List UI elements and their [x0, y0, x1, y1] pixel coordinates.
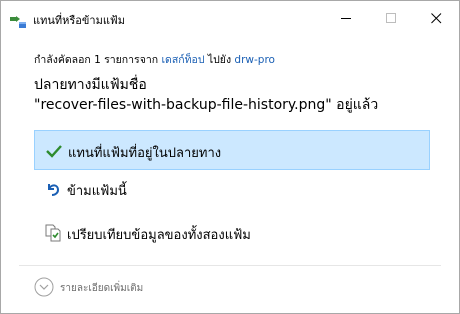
title-bar[interactable]: แทนที่หรือข้ามแฟ้ม: [1, 1, 459, 37]
skip-file-option[interactable]: ข้ามแฟ้มนี้: [34, 169, 430, 209]
skip-file-label: ข้ามแฟ้มนี้: [67, 184, 127, 199]
maximize-icon: [386, 13, 396, 23]
minimize-icon: [341, 18, 351, 19]
transfer-prefix: กำลังคัดลอก 1 รายการจาก: [34, 54, 162, 66]
conflict-message-line2: "recover-files-with-backup-file-history.…: [34, 97, 379, 113]
replace-or-skip-dialog: แทนที่หรือข้ามแฟ้ม กำลังคัดลอก 1 รายการจ…: [0, 0, 460, 314]
more-details-label: รายละเอียดเพิ่มเติม: [60, 283, 144, 294]
window-title: แทนที่หรือข้ามแฟ้ม: [33, 14, 125, 27]
transfer-middle: ไปยัง: [204, 54, 235, 66]
compare-files-icon: [44, 224, 62, 242]
replace-file-label: แทนที่แฟ้มที่อยู่ในปลายทาง: [68, 146, 222, 161]
checkmark-icon: [45, 142, 63, 160]
minimize-button[interactable]: [324, 1, 369, 37]
maximize-button: [369, 1, 414, 37]
destination-link[interactable]: drw-pro: [234, 54, 275, 66]
source-link[interactable]: เดสก์ท็อป: [161, 54, 204, 66]
replace-file-option[interactable]: แทนที่แฟ้มที่อยู่ในปลายทาง: [34, 130, 430, 170]
skip-arrow-icon: [44, 180, 62, 198]
close-icon: [431, 13, 442, 24]
compare-files-option[interactable]: เปรียบเทียบข้อมูลของทั้งสองแฟ้ม: [34, 213, 430, 253]
compare-files-label: เปรียบเทียบข้อมูลของทั้งสองแฟ้ม: [67, 228, 251, 243]
conflict-message-line1: ปลายทางมีแฟ้มชื่อ: [34, 77, 147, 93]
conflict-message: ปลายทางมีแฟ้มชื่อ "recover-files-with-ba…: [34, 75, 378, 115]
chevron-down-circle-icon: [34, 277, 54, 297]
close-button[interactable]: [414, 1, 459, 37]
divider: [19, 265, 441, 266]
file-transfer-icon: [10, 13, 26, 28]
transfer-status: กำลังคัดลอก 1 รายการจาก เดสก์ท็อป ไปยัง …: [34, 51, 275, 68]
